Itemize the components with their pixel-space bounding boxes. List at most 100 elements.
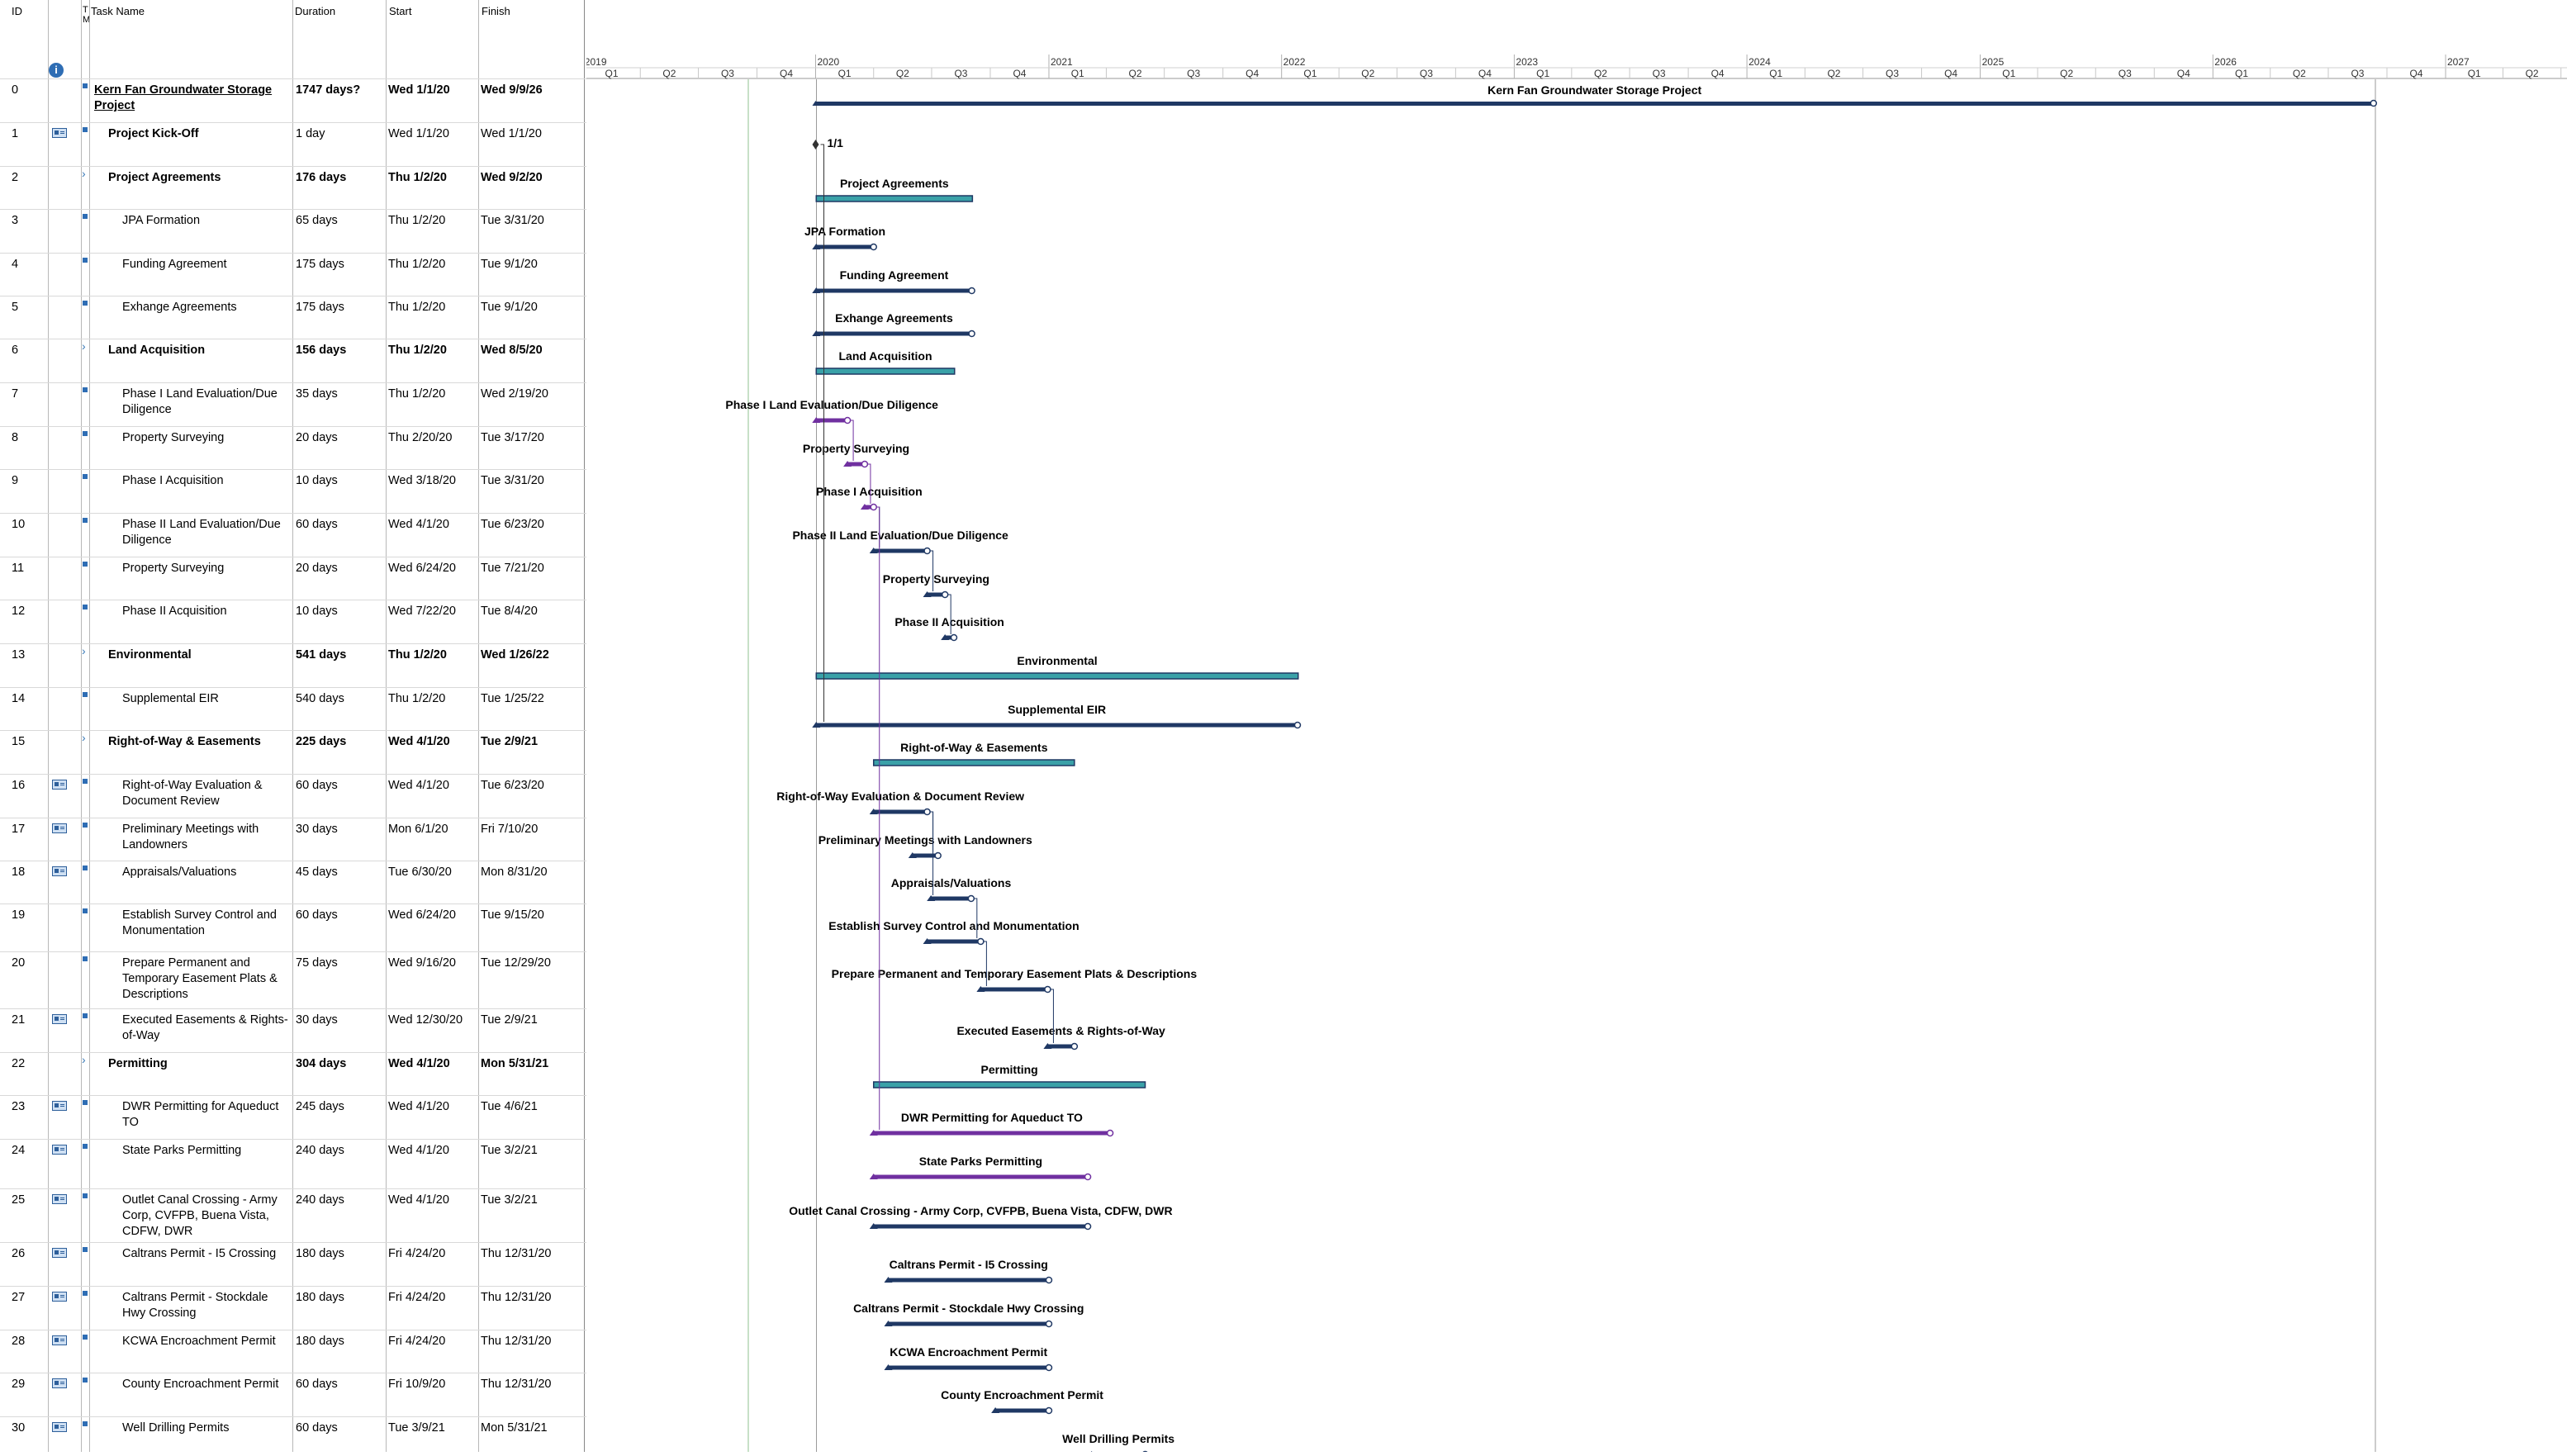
task-start[interactable]: Thu 1/2/20 — [388, 343, 447, 358]
task-start[interactable]: Thu 1/2/20 — [388, 647, 447, 663]
notes-icon[interactable] — [52, 1145, 67, 1155]
task-duration[interactable]: 60 days — [296, 908, 338, 923]
task-duration[interactable]: 20 days — [296, 430, 338, 446]
task-finish[interactable]: Tue 9/15/20 — [481, 908, 544, 923]
task-finish[interactable]: Tue 3/2/21 — [481, 1193, 538, 1208]
task-name[interactable]: Permitting — [108, 1056, 291, 1072]
notes-icon[interactable] — [52, 1101, 67, 1111]
task-name[interactable]: Executed Easements & Rights-of-Way — [122, 1013, 291, 1044]
task-duration[interactable]: 45 days — [296, 865, 338, 880]
task-duration[interactable]: 240 days — [296, 1143, 344, 1159]
task-duration[interactable]: 304 days — [296, 1056, 346, 1072]
task-bar[interactable] — [931, 896, 971, 901]
table-row[interactable]: 21 Executed Easements & Rights-of-Way 30 d… — [0, 1008, 586, 1053]
task-duration[interactable]: 541 days — [296, 647, 346, 663]
table-row[interactable]: 24 State Parks Permitting 240 days Wed 4/1/… — [0, 1139, 586, 1189]
task-name[interactable]: Project Kick-Off — [108, 126, 291, 142]
task-start[interactable]: Mon 6/1/20 — [388, 822, 448, 837]
summary-bar[interactable] — [815, 672, 1299, 680]
task-start[interactable]: Thu 1/2/20 — [388, 213, 445, 229]
table-row[interactable]: 10 Phase II Land Evaluation/Due Diligence… — [0, 513, 586, 557]
summary-bar[interactable] — [815, 368, 956, 375]
header-id[interactable]: ID — [12, 5, 22, 17]
table-row[interactable]: 0 Kern Fan Groundwater Storage Project 174… — [0, 78, 586, 123]
task-duration[interactable]: 60 days — [296, 778, 338, 794]
table-row[interactable]: 4 Funding Agreement 175 days Thu 1/2/20 Tue … — [0, 253, 586, 296]
header-task-name[interactable]: Task Name — [91, 5, 145, 17]
notes-icon[interactable] — [52, 823, 67, 833]
task-name[interactable]: Land Acquisition — [108, 343, 291, 358]
notes-icon[interactable] — [52, 1378, 67, 1388]
task-start[interactable]: Wed 7/22/20 — [388, 604, 456, 619]
task-name[interactable]: Establish Survey Control and Monumentati… — [122, 908, 291, 939]
task-duration[interactable]: 35 days — [296, 387, 338, 402]
task-name[interactable]: Caltrans Permit - Stockdale Hwy Crossing — [122, 1290, 291, 1321]
task-name[interactable]: Right-of-Way & Easements — [108, 734, 291, 750]
table-row[interactable]: 5 Exhange Agreements 175 days Thu 1/2/20 Tue… — [0, 296, 586, 339]
task-name[interactable]: Phase I Land Evaluation/Due Diligence — [122, 387, 291, 418]
task-start[interactable]: Wed 4/1/20 — [388, 734, 450, 750]
notes-icon[interactable] — [52, 780, 67, 790]
task-bar[interactable] — [816, 418, 848, 423]
table-row[interactable]: 22 › Permitting 304 days Wed 4/1/20 Mon 5/31/… — [0, 1052, 586, 1096]
notes-icon[interactable] — [52, 1194, 67, 1204]
task-start[interactable]: Thu 1/2/20 — [388, 300, 445, 315]
task-name[interactable]: Appraisals/Valuations — [122, 865, 291, 880]
table-row[interactable]: 15 › Right-of-Way & Easements 225 days Wed 4… — [0, 730, 586, 775]
task-bar[interactable] — [816, 331, 972, 336]
task-bar[interactable] — [816, 723, 1298, 728]
table-row[interactable]: 13 › Environmental 541 days Thu 1/2/20 Wed 1/… — [0, 643, 586, 688]
task-start[interactable]: Wed 12/30/20 — [388, 1013, 463, 1028]
task-finish[interactable]: Tue 2/9/21 — [481, 734, 538, 750]
task-duration[interactable]: 180 days — [296, 1290, 344, 1306]
task-duration[interactable]: 10 days — [296, 604, 338, 619]
table-row[interactable]: 27 Caltrans Permit - Stockdale Hwy Crossi… — [0, 1286, 586, 1330]
task-bar[interactable] — [995, 1408, 1049, 1413]
task-start[interactable]: Thu 2/20/20 — [388, 430, 452, 446]
notes-icon[interactable] — [52, 1014, 67, 1024]
task-start[interactable]: Tue 3/9/21 — [388, 1420, 445, 1436]
task-duration[interactable]: 180 days — [296, 1334, 344, 1349]
task-duration[interactable]: 175 days — [296, 300, 344, 315]
task-bar[interactable] — [912, 853, 938, 858]
task-name[interactable]: Well Drilling Permits — [122, 1420, 291, 1436]
task-finish[interactable]: Tue 2/9/21 — [481, 1013, 538, 1028]
task-finish[interactable]: Tue 4/6/21 — [481, 1099, 538, 1115]
task-finish[interactable]: Tue 3/2/21 — [481, 1143, 538, 1159]
table-row[interactable]: 12 Phase II Acquisition 10 days Wed 7/22/20… — [0, 600, 586, 644]
task-bar[interactable] — [927, 939, 981, 944]
task-start[interactable]: Thu 1/2/20 — [388, 170, 447, 186]
task-start[interactable]: Fri 4/24/20 — [388, 1246, 445, 1262]
task-start[interactable]: Wed 1/1/20 — [388, 83, 450, 98]
task-name[interactable]: Property Surveying — [122, 561, 291, 576]
task-start[interactable]: Wed 4/1/20 — [388, 1143, 449, 1159]
task-name[interactable]: Kern Fan Groundwater Storage Project — [94, 83, 291, 114]
table-row[interactable]: 25 Outlet Canal Crossing - Army Corp, CVF… — [0, 1188, 586, 1243]
task-name[interactable]: County Encroachment Permit — [122, 1377, 291, 1392]
task-bar[interactable] — [873, 1174, 1089, 1179]
task-start[interactable]: Fri 4/24/20 — [388, 1334, 445, 1349]
task-duration[interactable]: 156 days — [296, 343, 346, 358]
task-finish[interactable]: Wed 1/1/20 — [481, 126, 542, 142]
info-icon[interactable]: i — [49, 63, 64, 78]
task-duration[interactable]: 245 days — [296, 1099, 344, 1115]
task-duration[interactable]: 30 days — [296, 822, 338, 837]
task-finish[interactable]: Wed 1/26/22 — [481, 647, 549, 663]
table-row[interactable]: 6 › Land Acquisition 156 days Thu 1/2/20 Wed … — [0, 339, 586, 383]
task-duration[interactable]: 225 days — [296, 734, 346, 750]
table-row[interactable]: 7 Phase I Land Evaluation/Due Diligence 35… — [0, 382, 586, 427]
task-start[interactable]: Wed 6/24/20 — [388, 908, 456, 923]
task-duration[interactable]: 10 days — [296, 473, 338, 489]
task-finish[interactable]: Tue 7/21/20 — [481, 561, 544, 576]
task-bar[interactable] — [888, 1321, 1049, 1326]
table-row[interactable]: 1 Project Kick-Off 1 day Wed 1/1/20 Wed 1/1/… — [0, 122, 586, 167]
task-duration[interactable]: 1 day — [296, 126, 325, 142]
table-row[interactable]: 28 KCWA Encroachment Permit 180 days Fri 4/… — [0, 1330, 586, 1373]
task-name[interactable]: Supplemental EIR — [122, 691, 291, 707]
task-name[interactable]: KCWA Encroachment Permit — [122, 1334, 291, 1349]
task-name[interactable]: Phase II Acquisition — [122, 604, 291, 619]
header-start[interactable]: Start — [389, 5, 411, 17]
table-row[interactable]: 20 Prepare Permanent and Temporary Easeme… — [0, 951, 586, 1009]
summary-bar[interactable] — [872, 759, 1075, 766]
notes-icon[interactable] — [52, 1422, 67, 1432]
